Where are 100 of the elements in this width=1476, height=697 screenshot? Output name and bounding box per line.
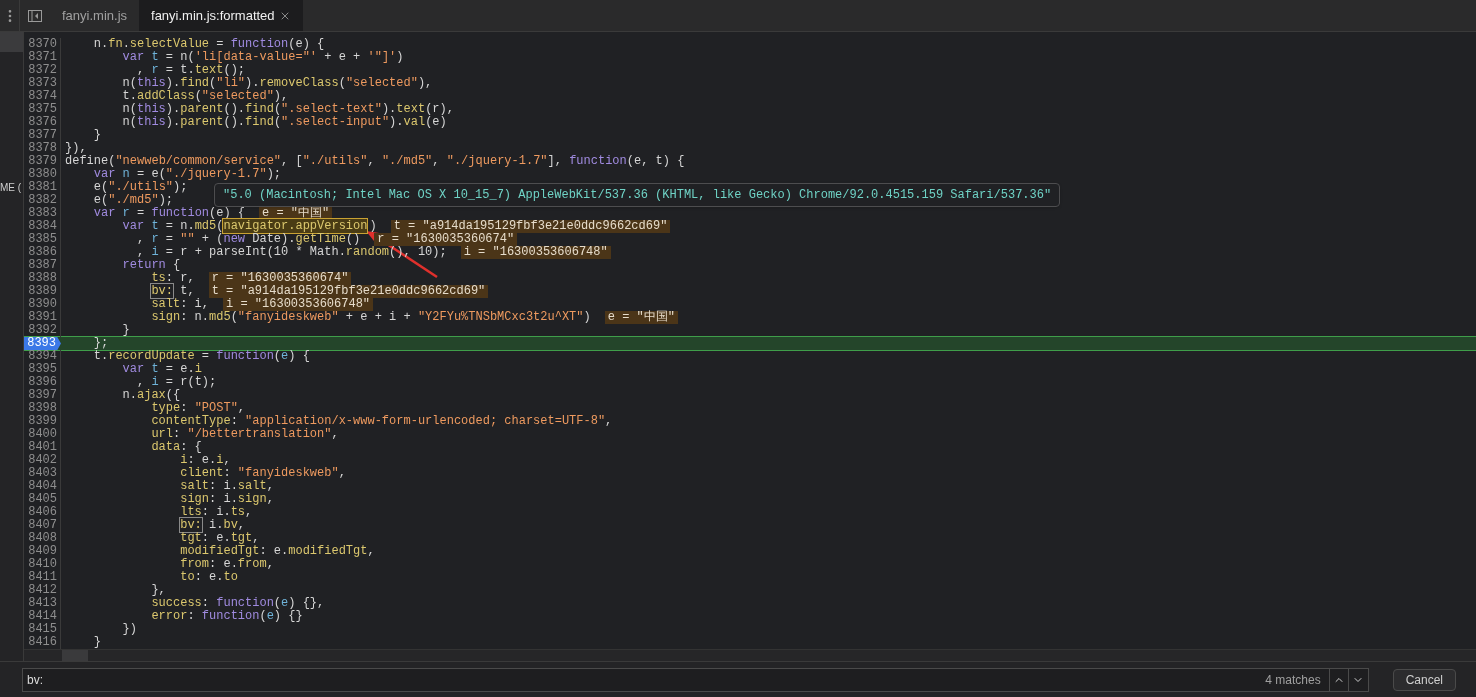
line-number[interactable]: 8381: [24, 181, 61, 194]
line-number[interactable]: 8376: [24, 116, 61, 129]
inline-value: t = "a914da195129fbf3e21e0ddc9662cd69": [390, 220, 671, 233]
line-number[interactable]: 8382: [24, 194, 61, 207]
line-number[interactable]: 8390: [24, 298, 61, 311]
line-number[interactable]: 8379: [24, 155, 61, 168]
line-number[interactable]: 8414: [24, 610, 61, 623]
line-number[interactable]: 8383: [24, 207, 61, 220]
line-number[interactable]: 8404: [24, 480, 61, 493]
line-number[interactable]: 8370: [24, 38, 61, 51]
code-line: from: e.from,: [179, 558, 274, 571]
line-number[interactable]: 8380: [24, 168, 61, 181]
line-number[interactable]: 8397: [24, 389, 61, 402]
line-number[interactable]: 8391: [24, 311, 61, 324]
line-number[interactable]: 8396: [24, 376, 61, 389]
code-line: n(this).parent().find(".select-input").val(e): [121, 116, 447, 129]
file-tab[interactable]: fanyi.min.js:formatted: [139, 0, 303, 31]
code-line: var t = n('li[data-value="' + e + '"]'): [121, 51, 404, 64]
line-number[interactable]: 8372: [24, 64, 61, 77]
line-number[interactable]: 8386: [24, 246, 61, 259]
code-line: }: [92, 636, 101, 649]
line-number[interactable]: 8408: [24, 532, 61, 545]
line-number[interactable]: 8387: [24, 259, 61, 272]
line-number[interactable]: 8384: [24, 220, 61, 233]
line-number[interactable]: 8375: [24, 103, 61, 116]
code-line: n(this).find("li").removeClass("selected"),: [121, 77, 433, 90]
line-number[interactable]: 8393: [24, 337, 61, 350]
code-line: , i = r(t);: [136, 376, 217, 389]
code-line: bv: t,: [150, 285, 195, 298]
line-number[interactable]: 8378: [24, 142, 61, 155]
line-number[interactable]: 8377: [24, 129, 61, 142]
next-match-button[interactable]: [1348, 667, 1369, 692]
code-line: sign: i.sign,: [179, 493, 274, 506]
sidebar-toggle-icon[interactable]: [28, 9, 42, 22]
line-number[interactable]: 8403: [24, 467, 61, 480]
line-number[interactable]: 8389: [24, 285, 61, 298]
code-line: }): [121, 623, 137, 636]
code-line: e("./md5");: [92, 194, 174, 207]
code-line: define("newweb/common/service", ["./utils", "./md5", "./jquery-1.7"], function(e, t) {: [64, 155, 685, 168]
code-line: ts: r,: [150, 272, 195, 285]
line-number[interactable]: 8385: [24, 233, 61, 246]
code-line: modifiedTgt: e.modifiedTgt,: [179, 545, 375, 558]
line-number[interactable]: 8406: [24, 506, 61, 519]
code-line: var t = n.md5(navigator.appVersion ): [121, 220, 377, 233]
line-number[interactable]: 8374: [24, 90, 61, 103]
line-number[interactable]: 8401: [24, 441, 61, 454]
code-line: tgt: e.tgt,: [179, 532, 260, 545]
code-line: e("./utils");: [92, 181, 188, 194]
cancel-button[interactable]: Cancel: [1392, 668, 1456, 691]
line-number[interactable]: 8412: [24, 584, 61, 597]
line-number[interactable]: 8402: [24, 454, 61, 467]
inline-value: e = "中国": [604, 311, 678, 324]
code-line: }),: [64, 142, 87, 155]
code-line: t.recordUpdate = function(e) {: [92, 350, 310, 363]
inline-value: i = "16300353606748": [223, 298, 374, 311]
inline-value: r = "1630035360674": [374, 233, 518, 246]
code-line: , r = "" + (new Date).getTime(): [136, 233, 361, 246]
scrollbar-thumb[interactable]: [62, 650, 88, 661]
code-line: success: function(e) {},: [150, 597, 325, 610]
code-line: n.fn.selectValue = function(e) {: [92, 38, 325, 51]
code-line: salt: i.salt,: [179, 480, 274, 493]
line-number[interactable]: 8410: [24, 558, 61, 571]
line-number[interactable]: 8413: [24, 597, 61, 610]
line-number[interactable]: 8409: [24, 545, 61, 558]
line-number[interactable]: 8395: [24, 363, 61, 376]
line-number[interactable]: 8371: [24, 51, 61, 64]
code-line: error: function(e) {}: [150, 610, 303, 623]
code-line: contentType: "application/x-www-form-urlencoded; charset=UTF-8",: [150, 415, 613, 428]
search-field[interactable]: bv:: [22, 667, 1258, 692]
line-number[interactable]: 8405: [24, 493, 61, 506]
code-line: data: {: [150, 441, 202, 454]
line-number[interactable]: 8407: [24, 519, 61, 532]
line-number[interactable]: 8400: [24, 428, 61, 441]
code-line: };: [92, 337, 109, 350]
inline-value: r = "1630035360674": [208, 272, 352, 285]
code-line: bv: i.bv,: [179, 519, 246, 532]
code-line: to: e.to: [179, 571, 238, 584]
line-number[interactable]: 8394: [24, 350, 61, 363]
inline-value: t = "a914da195129fbf3e21e0ddc9662cd69": [208, 285, 489, 298]
code-line: var t = e.i: [121, 363, 202, 376]
previous-match-button[interactable]: [1328, 667, 1349, 692]
line-number[interactable]: 8399: [24, 415, 61, 428]
code-line: , r = t.text();: [136, 64, 246, 77]
match-count: 4 matches: [1257, 667, 1329, 692]
value-tooltip: "5.0 (Macintosh; Intel Mac OS X 10_15_7) AppleWebKit/537.36 (KHTML, like Gecko) Chrome/92.0.4515.159 Safari/537.36": [214, 183, 1061, 207]
file-tab[interactable]: fanyi.min.js: [50, 0, 140, 31]
code-line: salt: i,: [150, 298, 210, 311]
code-line: client: "fanyideskweb",: [179, 467, 346, 480]
line-number[interactable]: 8415: [24, 623, 61, 636]
line-number[interactable]: 8373: [24, 77, 61, 90]
line-number[interactable]: 8411: [24, 571, 61, 584]
side-panel-text: ME (: [0, 181, 23, 195]
line-number[interactable]: 8398: [24, 402, 61, 415]
code-line: url: "/bettertranslation",: [150, 428, 339, 441]
code-line: n.ajax({: [121, 389, 181, 402]
code-line: lts: i.ts,: [179, 506, 253, 519]
code-line: var n = e("./jquery-1.7");: [92, 168, 282, 181]
line-number[interactable]: 8388: [24, 272, 61, 285]
code-line: i: e.i,: [179, 454, 231, 467]
code-line: t.addClass("selected"),: [121, 90, 289, 103]
